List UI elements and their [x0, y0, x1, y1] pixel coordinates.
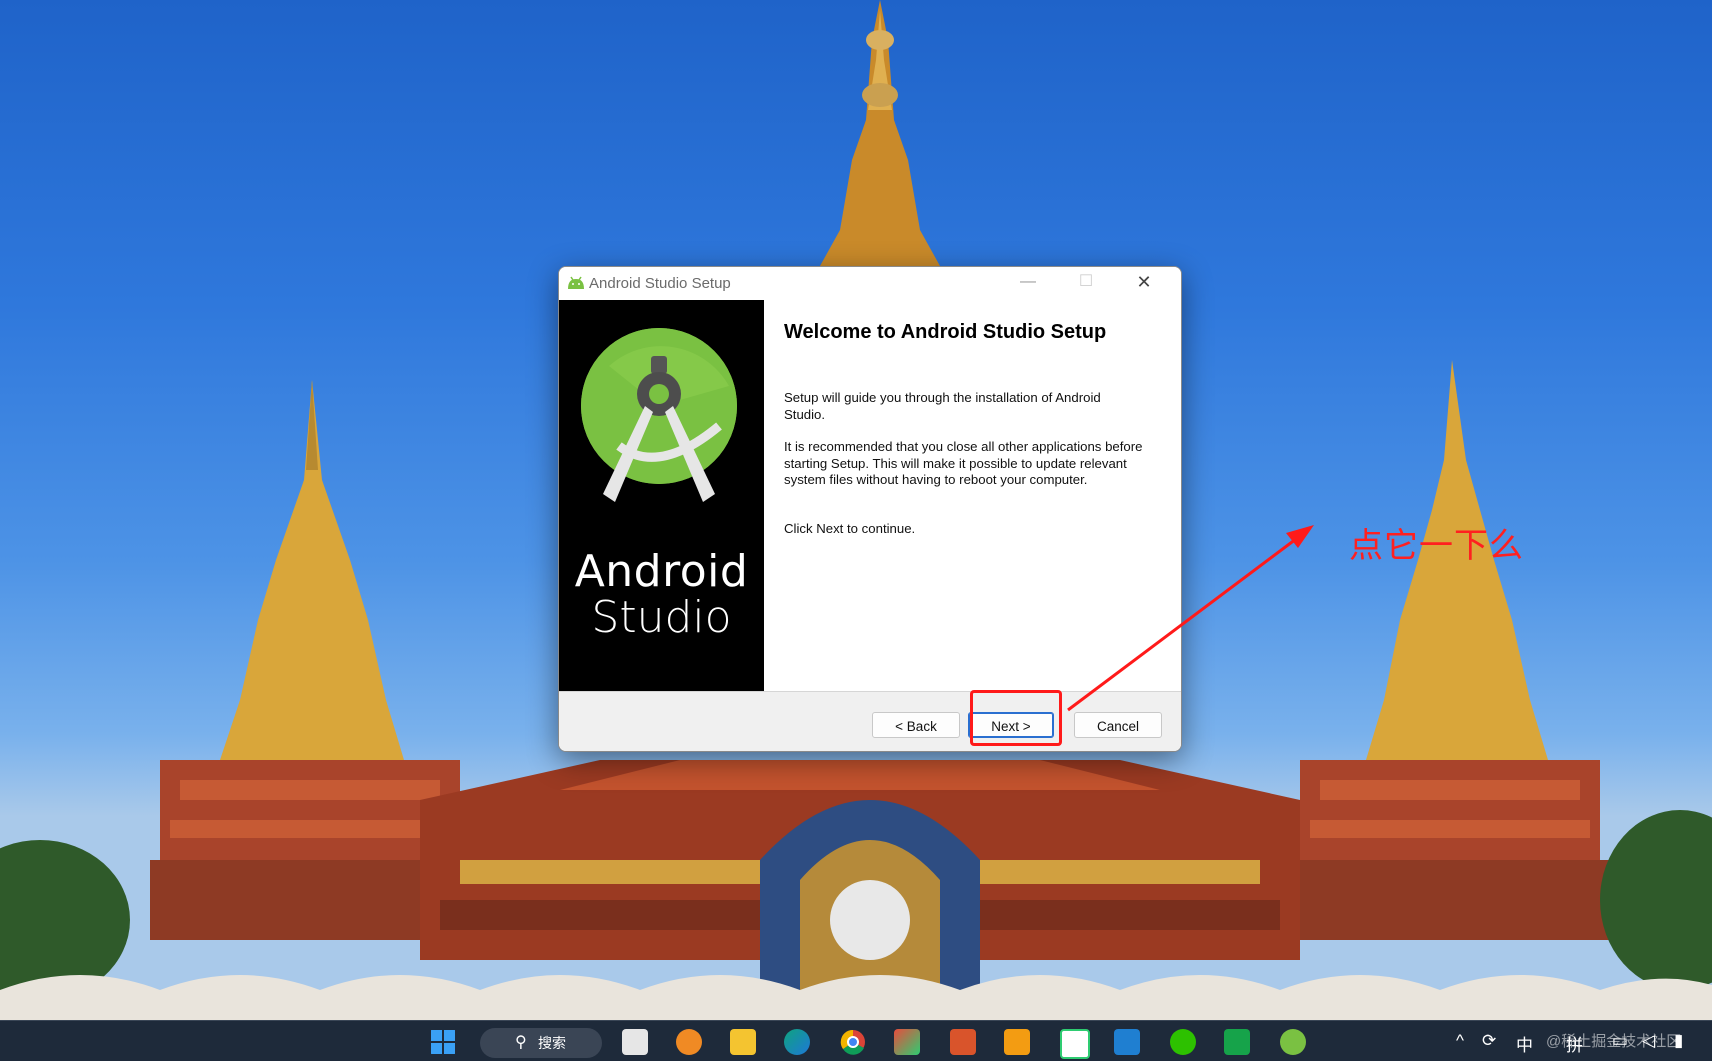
minimize-button[interactable]: —	[999, 267, 1057, 299]
recommendation-paragraph: It is recommended that you close all oth…	[784, 439, 1143, 487]
vscode-icon[interactable]	[1114, 1029, 1140, 1055]
sync-icon[interactable]: ⟳	[1482, 1031, 1496, 1051]
window-title: Android Studio Setup	[589, 275, 731, 292]
continue-paragraph: Click Next to continue.	[784, 521, 916, 536]
welcome-heading: Welcome to Android Studio Setup	[784, 321, 1107, 343]
sublime-text-icon[interactable]	[1004, 1029, 1030, 1055]
next-button-highlight	[970, 690, 1062, 746]
taskbar: ⚲ 搜索 ^ ⟳ 中 拼 ▭ ◁ ▮	[0, 1020, 1712, 1061]
app-icon-orange[interactable]	[950, 1029, 976, 1055]
button-bar: < Back Next > Cancel	[559, 691, 1181, 751]
hbuilder-icon[interactable]	[1224, 1029, 1250, 1055]
title-bar[interactable]: Android Studio Setup — ☐ ✕	[559, 267, 1181, 299]
android-studio-logo-icon	[581, 328, 737, 502]
intro-paragraph: Setup will guide you through the install…	[784, 390, 1101, 422]
task-view-icon[interactable]	[622, 1029, 648, 1055]
tray-overflow-icon[interactable]: ^	[1456, 1031, 1464, 1051]
app-icon-multicolor[interactable]	[894, 1029, 920, 1055]
search-icon: ⚲	[515, 1034, 527, 1051]
search-app-icon[interactable]	[676, 1029, 702, 1055]
taskbar-search[interactable]: ⚲ 搜索	[480, 1028, 602, 1058]
brand-name-line2: Studio	[591, 592, 732, 643]
app-icon-check[interactable]	[1060, 1029, 1090, 1059]
wechat-icon[interactable]	[1170, 1029, 1196, 1055]
search-label: 搜索	[538, 1035, 566, 1051]
android-studio-taskbar-icon[interactable]	[1280, 1029, 1306, 1055]
file-explorer-icon[interactable]	[730, 1029, 756, 1055]
chrome-icon[interactable]	[840, 1029, 866, 1055]
cancel-button[interactable]: Cancel	[1074, 712, 1162, 738]
ime-chinese-indicator[interactable]: 中	[1516, 1031, 1533, 1056]
back-button[interactable]: < Back	[872, 712, 960, 738]
edge-icon[interactable]	[784, 1029, 810, 1055]
annotation-text: 点它一下么	[1349, 526, 1524, 566]
android-icon	[568, 276, 584, 289]
maximize-button[interactable]: ☐	[1057, 267, 1115, 299]
windows-start-icon[interactable]	[430, 1029, 456, 1055]
brand-name-line1: Android	[574, 546, 749, 597]
side-banner: Android Studio	[559, 300, 764, 691]
close-button[interactable]: ✕	[1115, 267, 1173, 299]
watermark: @稀土掘金技术社区	[1546, 1033, 1682, 1050]
setup-dialog: Android Studio Setup — ☐ ✕ Android Studi…	[558, 266, 1182, 752]
